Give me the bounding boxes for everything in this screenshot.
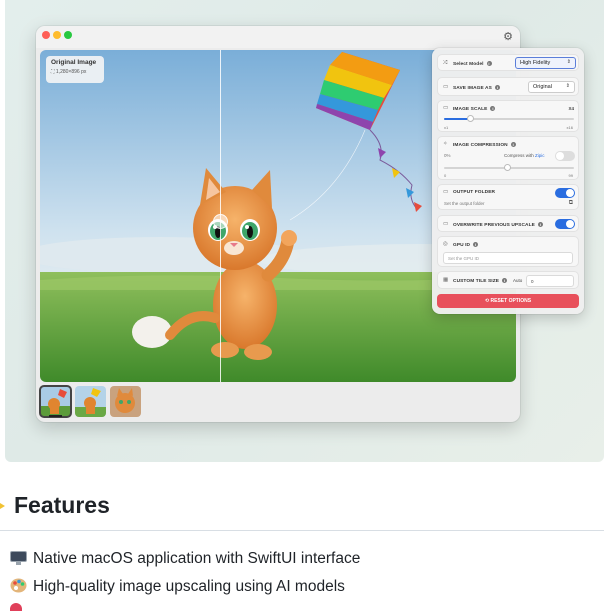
- compression-slider-knob[interactable]: [504, 164, 511, 171]
- thumbnail-item[interactable]: [110, 386, 141, 417]
- chevron-updown-icon: ⇕: [565, 83, 570, 89]
- open-folder-icon[interactable]: ⧉: [569, 200, 573, 207]
- zoom-window-button[interactable]: [64, 31, 72, 39]
- tile-size-label: CUSTOM TILE SIZE: [453, 278, 500, 284]
- scale-max-label: x16: [566, 125, 573, 130]
- info-icon[interactable]: i: [473, 242, 479, 247]
- minimize-window-button[interactable]: [53, 31, 61, 39]
- overwrite-toggle[interactable]: [555, 219, 575, 229]
- badge-title: Original Image: [51, 59, 97, 66]
- folder-icon: ▭: [443, 189, 449, 195]
- partial-feature-icon: [10, 603, 22, 611]
- settings-panel: ⤮ Select Model i High Fidelity ⇕ ▭ SAVE I…: [432, 48, 584, 314]
- gpu-id-input[interactable]: Set the GPU ID: [443, 252, 573, 264]
- image-compression-row: ✧ IMAGE COMPRESSION i 0% Compress with Zi…: [437, 136, 579, 180]
- compression-max-label: 99: [568, 173, 573, 178]
- zipic-toggle-label: Compress with: [504, 153, 534, 158]
- overwrite-icon: ▭: [443, 221, 449, 227]
- thumb-image: [75, 386, 106, 417]
- thumbnail-strip: [39, 385, 141, 418]
- info-icon[interactable]: i: [490, 106, 496, 111]
- heading-anchor-icon: [0, 503, 5, 509]
- preview-badge: Original Image ⛶ 1,280×896 px: [46, 56, 104, 83]
- zipic-toggle[interactable]: [555, 151, 575, 161]
- compare-handle[interactable]: [213, 214, 228, 229]
- info-icon[interactable]: i: [537, 222, 543, 227]
- zipic-brand: Zipic: [535, 153, 545, 158]
- gear-icon[interactable]: ⚙: [502, 31, 514, 43]
- scale-icon: ▭: [443, 105, 449, 111]
- gpu-id-label: GPU ID: [453, 242, 471, 248]
- reset-options-label: RESET OPTIONS: [490, 298, 532, 304]
- palette-icon: [10, 578, 27, 593]
- info-icon[interactable]: i: [510, 142, 516, 147]
- model-dropdown-value: High Fidelity: [520, 60, 551, 66]
- model-dropdown[interactable]: High Fidelity ⇕: [515, 57, 576, 69]
- scale-slider[interactable]: [444, 115, 574, 122]
- scale-value: X4: [568, 106, 574, 111]
- reset-icon: ⟲: [484, 298, 490, 304]
- save-image-as-label: SAVE IMAGE AS: [453, 85, 492, 91]
- thumb-image: [110, 386, 141, 417]
- image-compression-label: IMAGE COMPRESSION: [453, 142, 508, 148]
- output-folder-label: OUTPUT FOLDER: [453, 190, 496, 195]
- thumbnail-item[interactable]: [39, 385, 72, 418]
- image-scale-row: ▭ IMAGE SCALE i X4 x1 x16: [437, 100, 579, 132]
- compress-icon: ✧: [443, 141, 448, 147]
- format-dropdown[interactable]: Original ⇕: [528, 81, 575, 93]
- badge-dimensions: 1,280×896 px: [55, 69, 87, 75]
- scale-min-label: x1: [444, 125, 449, 130]
- feature-label: Native macOS application with SwiftUI in…: [33, 550, 361, 567]
- compression-slider[interactable]: [444, 164, 574, 171]
- toggle-knob: [556, 152, 564, 160]
- info-icon[interactable]: i: [494, 85, 500, 90]
- reset-options-button[interactable]: ⟲ RESET OPTIONS: [437, 294, 579, 308]
- overwrite-label: OVERWRITE PREVIOUS UPSCALE: [453, 222, 535, 228]
- output-folder-toggle[interactable]: [555, 188, 575, 198]
- heading-rule: [0, 530, 604, 531]
- tile-icon: ▦: [443, 277, 449, 283]
- expand-icon: ⛶: [51, 69, 55, 75]
- feature-label: High-quality image upscaling using AI mo…: [33, 578, 345, 595]
- output-folder-hint[interactable]: Set the output folder: [444, 201, 485, 206]
- select-model-label: Select Model: [453, 61, 484, 67]
- feature-item: Native macOS application with SwiftUI in…: [10, 550, 360, 568]
- compression-value: 0%: [444, 153, 451, 158]
- chevron-updown-icon: ⇕: [566, 59, 571, 65]
- close-window-button[interactable]: [42, 31, 50, 39]
- desktop-computer-icon: [10, 551, 27, 565]
- thumbnail-item[interactable]: [75, 386, 106, 417]
- features-heading: Features: [14, 492, 110, 518]
- thumb-image: [40, 386, 71, 417]
- info-icon[interactable]: i: [502, 278, 508, 283]
- tile-size-row: ▦ CUSTOM TILE SIZE i Auto 0: [437, 271, 579, 289]
- format-dropdown-value: Original: [533, 84, 552, 90]
- gpu-icon: ◎: [443, 241, 448, 247]
- save-image-as-row: ▭ SAVE IMAGE AS i Original ⇕: [437, 77, 579, 96]
- output-folder-row: ▭ OUTPUT FOLDER Set the output folder ⧉: [437, 184, 579, 210]
- toggle-knob: [566, 189, 574, 197]
- window-titlebar: ⚙: [36, 26, 520, 48]
- compression-min-label: 0: [444, 173, 447, 178]
- tile-auto-label: Auto: [513, 278, 523, 283]
- image-scale-label: IMAGE SCALE: [453, 106, 488, 112]
- select-model-row: ⤮ Select Model i High Fidelity ⇕: [437, 54, 579, 71]
- selected-indicator: [49, 415, 62, 417]
- toggle-knob: [566, 220, 574, 228]
- feature-item: High-quality image upscaling using AI mo…: [10, 578, 345, 596]
- scale-slider-knob[interactable]: [467, 115, 474, 122]
- tile-size-input[interactable]: 0: [526, 275, 574, 287]
- info-icon[interactable]: i: [486, 61, 492, 66]
- image-icon: ▭: [443, 84, 449, 90]
- gpu-id-row: ◎ GPU ID i Set the GPU ID: [437, 236, 579, 267]
- overwrite-row: ▭ OVERWRITE PREVIOUS UPSCALE i: [437, 215, 579, 232]
- wand-icon: ⤮: [443, 60, 448, 66]
